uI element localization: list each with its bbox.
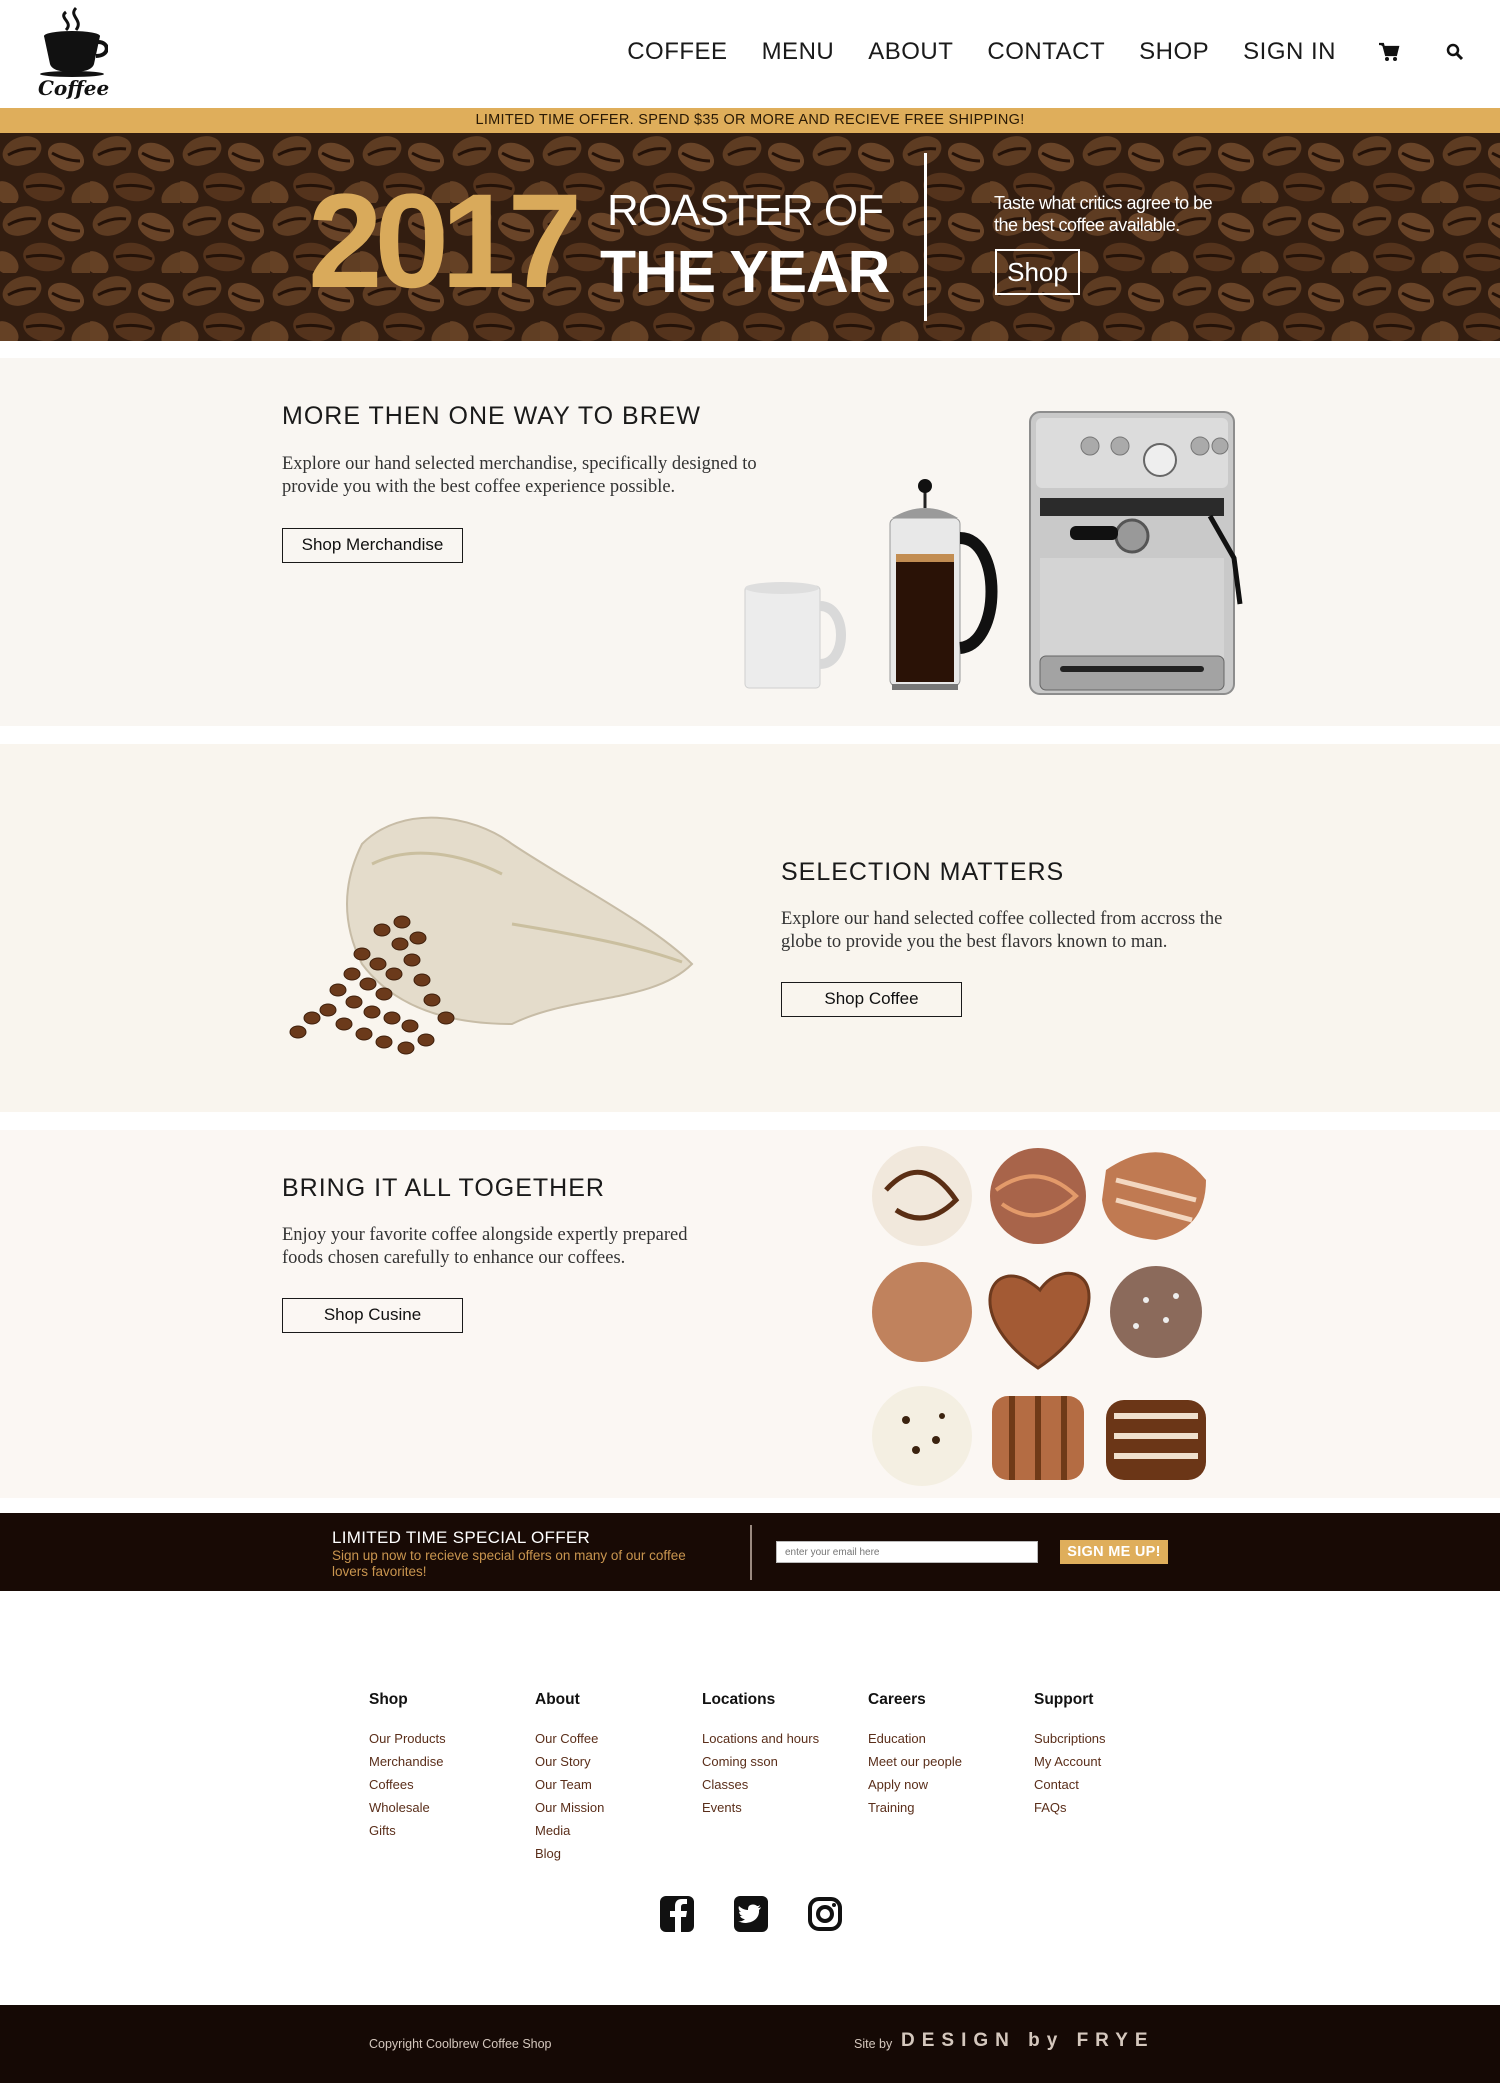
signup-divider	[750, 1525, 752, 1580]
hero-divider	[924, 153, 927, 321]
truffle-9	[1106, 1400, 1206, 1480]
truffle-7	[872, 1386, 972, 1486]
section-selection: SELECTION MATTERS Explore our hand selec…	[0, 744, 1500, 1112]
shop-merchandise-button[interactable]: Shop Merchandise	[282, 528, 463, 563]
footer-link[interactable]: Meet our people	[868, 1754, 1038, 1777]
chocolates-image	[872, 1146, 1206, 1486]
hero-title-line2: THE YEAR	[600, 239, 890, 305]
signup-title: LIMITED TIME SPECIAL OFFER	[332, 1528, 591, 1547]
logo-text: Coffee	[38, 76, 110, 100]
footer-link[interactable]: Merchandise	[369, 1754, 539, 1777]
footer-link[interactable]: Blog	[535, 1846, 705, 1869]
nav-sign-in[interactable]: SIGN IN	[1243, 38, 1336, 66]
footer-link[interactable]: Media	[535, 1823, 705, 1846]
hero-tagline: Taste what critics agree to be the best …	[994, 193, 1213, 235]
hero-banner: 2017 ROASTER OF THE YEAR Taste what crit…	[0, 133, 1500, 341]
truffle-5	[988, 1272, 1091, 1370]
footer-link[interactable]: My Account	[1034, 1754, 1204, 1777]
footer-link[interactable]: FAQs	[1034, 1800, 1204, 1823]
coffee-bean-sack-image	[289, 816, 694, 1055]
truffle-4	[872, 1262, 972, 1362]
nav-menu[interactable]: MENU	[762, 38, 835, 66]
nav-coffee[interactable]: COFFEE	[627, 38, 727, 66]
footer-link[interactable]: Our Story	[535, 1754, 705, 1777]
section-brew: MORE THEN ONE WAY TO BREW Explore our ha…	[0, 358, 1500, 726]
sign-me-up-button[interactable]: SIGN ME UP!	[1060, 1540, 1168, 1564]
footer-link[interactable]: Contact	[1034, 1777, 1204, 1800]
search-icon[interactable]	[1442, 39, 1468, 65]
logo[interactable]: Coffee	[38, 6, 110, 102]
site-header: Coffee COFFEE MENU ABOUT CONTACT SHOP SI…	[0, 0, 1500, 108]
email-input[interactable]	[776, 1541, 1038, 1563]
footer-link[interactable]: Events	[702, 1800, 872, 1823]
truffle-6	[1110, 1266, 1202, 1358]
selection-title: SELECTION MATTERS	[781, 858, 1065, 886]
instagram-icon[interactable]	[807, 1895, 843, 1933]
together-body: Enjoy your favorite coffee alongside exp…	[282, 1225, 688, 1268]
truffle-1	[872, 1146, 972, 1246]
footer-link[interactable]: Locations and hours	[702, 1731, 872, 1754]
footer-link[interactable]: Training	[868, 1800, 1038, 1823]
espresso-machine-image	[1029, 411, 1243, 695]
footer-link[interactable]: Apply now	[868, 1777, 1038, 1800]
footer-link[interactable]: Our Team	[535, 1777, 705, 1800]
footer-column-shop: Shop Our Products Merchandise Coffees Wh…	[369, 1691, 539, 1846]
together-title: BRING IT ALL TOGETHER	[282, 1174, 605, 1202]
footer-link[interactable]: Coffees	[369, 1777, 539, 1800]
footer-column-locations: Locations Locations and hours Coming sso…	[702, 1691, 872, 1823]
footer-link[interactable]: Wholesale	[369, 1800, 539, 1823]
footer-link[interactable]: Our Coffee	[535, 1731, 705, 1754]
footer-link[interactable]: Gifts	[369, 1823, 539, 1846]
nav-shop[interactable]: SHOP	[1139, 38, 1209, 66]
bottom-bar: Copyright Coolbrew Coffee Shop Site by D…	[0, 2005, 1500, 2083]
footer-heading: Careers	[868, 1691, 926, 1708]
main-nav: COFFEE MENU ABOUT CONTACT SHOP SIGN IN	[593, 38, 1468, 66]
footer-column-support: Support Subcriptions My Account Contact …	[1034, 1691, 1204, 1823]
footer-link[interactable]: Coming sson	[702, 1754, 872, 1777]
footer-link[interactable]: Classes	[702, 1777, 872, 1800]
promo-bar: LIMITED TIME OFFER. SPEND $35 OR MORE AN…	[0, 108, 1500, 133]
footer-link[interactable]: Education	[868, 1731, 1038, 1754]
mug-image	[744, 582, 846, 689]
copyright-text: Copyright Coolbrew Coffee Shop	[369, 2037, 552, 2051]
shop-cusine-button[interactable]: Shop Cusine	[282, 1298, 463, 1333]
coffee-cup-logo-icon	[40, 6, 109, 77]
hero-overlay	[0, 133, 1500, 341]
footer-column-careers: Careers Education Meet our people Apply …	[868, 1691, 1038, 1823]
hero-shop-button[interactable]: Shop	[995, 249, 1080, 295]
french-press-image	[889, 479, 998, 690]
truffle-2	[990, 1148, 1086, 1244]
footer-link[interactable]: Our Mission	[535, 1800, 705, 1823]
truffle-8	[992, 1396, 1084, 1480]
footer-heading: Locations	[702, 1691, 776, 1708]
facebook-icon[interactable]	[659, 1895, 695, 1933]
designer-brand-link[interactable]: DESIGN by FRYE	[901, 2030, 1155, 2052]
cart-icon[interactable]	[1376, 39, 1402, 65]
signup-text: Sign up now to recieve special offers on…	[332, 1548, 686, 1579]
footer-link[interactable]: Our Products	[369, 1731, 539, 1754]
footer-heading: Support	[1034, 1691, 1094, 1708]
site-by-text: Site by	[854, 2037, 893, 2051]
brewing-equipment-image	[744, 411, 1243, 695]
footer-column-about: About Our Coffee Our Story Our Team Our …	[535, 1691, 705, 1869]
brew-title: MORE THEN ONE WAY TO BREW	[282, 402, 702, 430]
nav-contact[interactable]: CONTACT	[987, 38, 1105, 66]
footer-heading: About	[535, 1691, 580, 1708]
footer-link[interactable]: Subcriptions	[1034, 1731, 1204, 1754]
selection-body: Explore our hand selected coffee collect…	[781, 909, 1223, 952]
nav-about[interactable]: ABOUT	[868, 38, 953, 66]
shop-coffee-button[interactable]: Shop Coffee	[781, 982, 962, 1017]
signup-band: LIMITED TIME SPECIAL OFFER Sign up now t…	[0, 1513, 1500, 1591]
truffle-3	[1102, 1152, 1206, 1240]
footer-heading: Shop	[369, 1691, 408, 1708]
hero-year: 2017	[308, 167, 582, 316]
brew-body: Explore our hand selected merchandise, s…	[282, 454, 757, 497]
hero-title-line1: ROASTER OF	[607, 186, 884, 235]
twitter-icon[interactable]	[733, 1895, 769, 1933]
section-together: BRING IT ALL TOGETHER Enjoy your favorit…	[0, 1130, 1500, 1498]
